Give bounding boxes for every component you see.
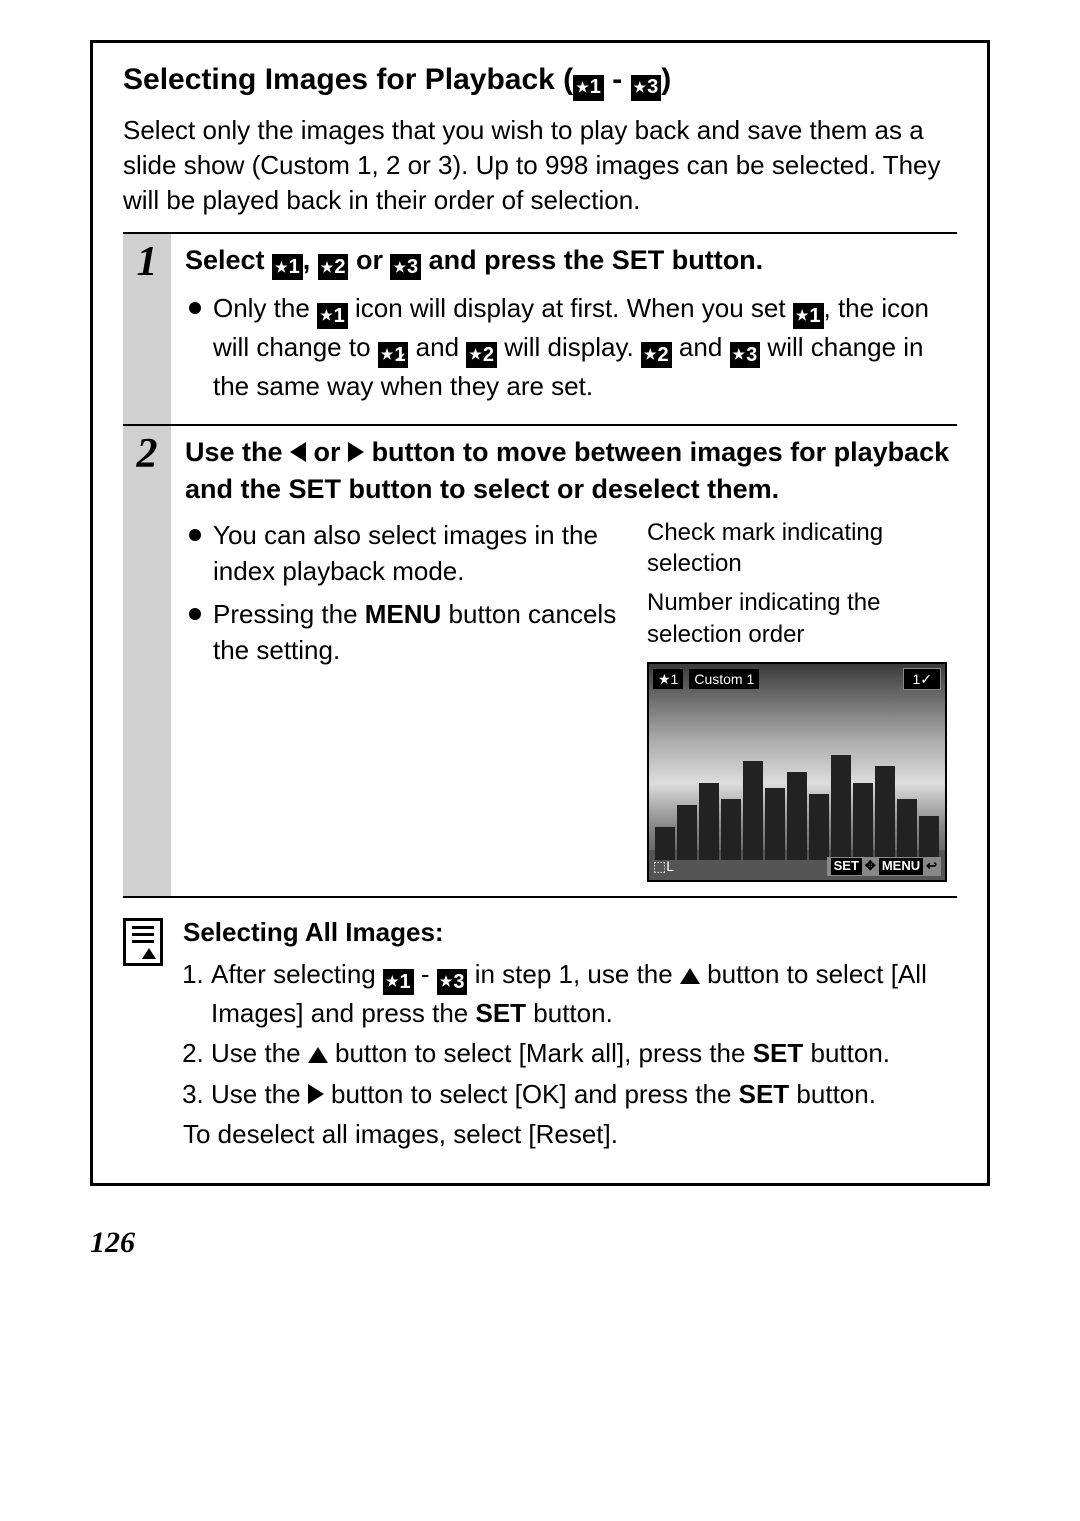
step1-heading: Select ★1, ★2 or ★3 and press the SET bu… xyxy=(185,242,957,280)
up-arrow-icon xyxy=(308,1047,328,1063)
annotation-checkmark: Check mark indicating selection xyxy=(647,517,957,579)
title-dash: - xyxy=(604,63,631,96)
star3-icon: ★3 xyxy=(631,75,662,101)
star3-icon: ★3 xyxy=(730,342,761,368)
star1-icon: ★1 xyxy=(383,969,414,995)
star1-icon: ★1 xyxy=(573,75,604,101)
tip-ordered-list: After selecting ★1 - ★3 in step 1, use t… xyxy=(183,956,957,1112)
star1-check-icon: ★1✓ xyxy=(378,342,409,368)
step2-heading: Use the or button to move between images… xyxy=(185,434,957,507)
star1-icon: ★1 xyxy=(317,303,348,329)
title-pre: Selecting Images for Playback ( xyxy=(123,63,573,96)
lcd-star-chip: ★1 xyxy=(653,669,683,689)
section-title: Selecting Images for Playback (★1 - ★3) xyxy=(123,63,957,101)
lcd-preview: ★1 Custom 1 1✓ ⬚L xyxy=(647,662,947,882)
lcd-bottom-controls: SET ✥ MENU ↩ xyxy=(827,857,941,876)
step-2: 2 Use the or button to move between imag… xyxy=(123,426,957,896)
star2-icon: ★2 xyxy=(318,254,349,280)
tip-footer: To deselect all images, select [Reset]. xyxy=(183,1116,957,1152)
star3-icon: ★3 xyxy=(390,254,421,280)
tip-block: Selecting All Images: After selecting ★1… xyxy=(123,904,957,1153)
left-arrow-icon xyxy=(290,442,306,462)
star2-icon: ★2 xyxy=(466,342,497,368)
tip-item-3: Use the button to select [OK] and press … xyxy=(211,1076,957,1112)
step-number-col: 2 xyxy=(123,426,171,896)
star1-icon: ★1 xyxy=(793,303,824,329)
star2-icon: ★2 xyxy=(641,342,672,368)
note-icon xyxy=(123,918,163,966)
manual-section-box: Selecting Images for Playback (★1 - ★3) … xyxy=(90,40,990,1186)
tip-title: Selecting All Images: xyxy=(183,914,957,950)
page-number: 126 xyxy=(90,1226,990,1260)
intro-text: Select only the images that you wish to … xyxy=(123,113,957,218)
lcd-custom-label: Custom 1 xyxy=(689,669,759,689)
star1-icon: ★1 xyxy=(272,254,303,280)
lcd-selection-badge: 1✓ xyxy=(903,668,941,690)
lcd-annotations: Check mark indicating selection Number i… xyxy=(647,517,957,882)
step2-bullet-1: You can also select images in the index … xyxy=(185,517,633,590)
step-1: 1 Select ★1, ★2 or ★3 and press the SET … xyxy=(123,234,957,424)
tip-item-2: Use the button to select [Mark all], pre… xyxy=(211,1035,957,1071)
annotation-order: Number indicating the selection order xyxy=(647,587,957,649)
title-post: ) xyxy=(661,63,671,96)
up-arrow-icon xyxy=(680,968,700,984)
right-arrow-icon xyxy=(348,442,364,462)
star3-icon: ★3 xyxy=(437,969,468,995)
right-arrow-icon xyxy=(308,1084,324,1104)
lcd-size-icon: ⬚L xyxy=(653,857,674,875)
step-number: 2 xyxy=(123,430,171,478)
tip-item-1: After selecting ★1 - ★3 in step 1, use t… xyxy=(211,956,957,1031)
step1-bullet: Only the ★1 icon will display at first. … xyxy=(185,290,957,404)
step-number: 1 xyxy=(123,238,171,286)
step-number-col: 1 xyxy=(123,234,171,424)
step2-bullet-2: Pressing the MENU button cancels the set… xyxy=(185,596,633,669)
